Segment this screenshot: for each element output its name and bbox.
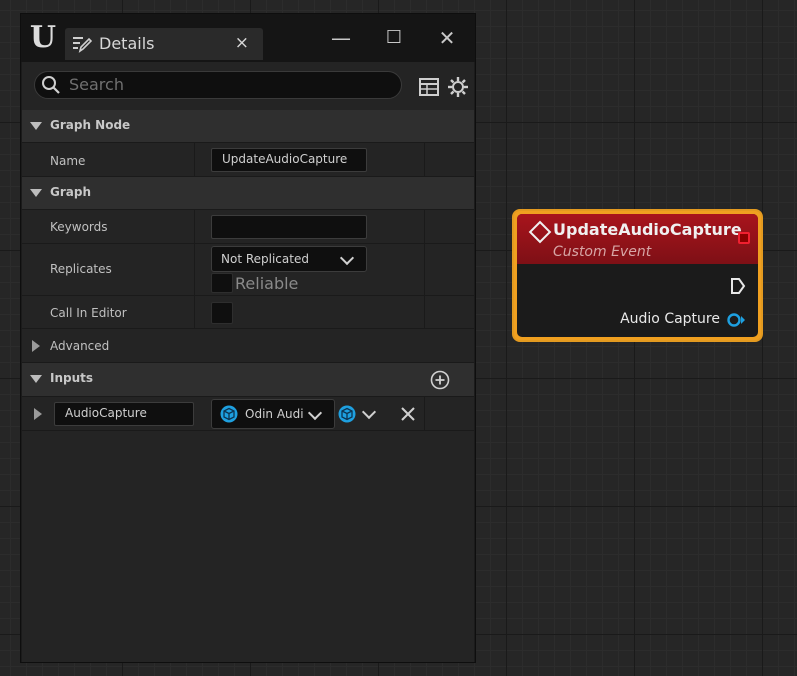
name-field[interactable]: UpdateAudioCapture — [211, 148, 367, 172]
category-graph-node[interactable]: Graph Node — [22, 110, 474, 143]
column-divider — [194, 244, 195, 295]
property-label: Keywords — [50, 220, 108, 234]
title-bar: U Details × — ☐ ✕ — [21, 14, 475, 62]
column-divider — [424, 143, 425, 176]
property-row-replicates: Replicates Not Replicated Reliable — [22, 244, 474, 296]
category-label: Inputs — [50, 371, 94, 385]
column-divider — [194, 296, 195, 328]
maximize-button[interactable]: ☐ — [374, 22, 414, 54]
column-divider — [424, 210, 425, 243]
reliable-label: Reliable — [235, 274, 299, 293]
chevron-down-icon — [307, 405, 323, 421]
remove-input-icon[interactable] — [400, 406, 416, 422]
category-label: Graph — [50, 185, 91, 199]
object-type-icon — [220, 405, 238, 423]
reliable-checkbox[interactable] — [211, 273, 233, 293]
column-divider — [194, 210, 195, 243]
add-input-icon[interactable] — [430, 370, 450, 390]
property-row-call-in-editor: Call In Editor — [22, 296, 474, 329]
gear-icon[interactable] — [447, 76, 469, 98]
collapse-arrow-icon — [30, 122, 42, 130]
param-name-value: AudioCapture — [65, 406, 147, 420]
tab-label: Details — [99, 34, 155, 53]
details-tab[interactable]: Details × — [65, 28, 263, 60]
delegate-pin-icon[interactable] — [738, 232, 750, 244]
input-param-row: AudioCapture Odin Audi — [22, 397, 474, 431]
node-body: UpdateAudioCapture Custom Event Audio Ca… — [517, 214, 758, 337]
replicates-value: Not Replicated — [221, 252, 309, 266]
node-subtitle: Custom Event — [553, 244, 652, 260]
event-icon — [528, 220, 552, 244]
expand-arrow-icon — [32, 340, 40, 352]
search-placeholder: Search — [69, 75, 124, 94]
param-name-field[interactable]: AudioCapture — [54, 402, 194, 426]
pencil-list-icon — [73, 37, 92, 53]
category-graph[interactable]: Graph — [22, 177, 474, 210]
close-button[interactable]: ✕ — [427, 22, 467, 54]
table-view-icon[interactable] — [418, 76, 440, 98]
property-row-name: Name UpdateAudioCapture — [22, 143, 474, 177]
search-input[interactable]: Search — [34, 71, 402, 99]
chevron-down-icon — [361, 404, 377, 420]
call-in-editor-checkbox[interactable] — [211, 302, 233, 324]
details-panel: U Details × — ☐ ✕ Search Graph Node Name… — [20, 13, 476, 663]
property-label: Call In Editor — [50, 306, 127, 320]
node-header: UpdateAudioCapture Custom Event — [517, 214, 758, 264]
expand-arrow-icon[interactable] — [34, 408, 42, 420]
custom-event-node[interactable]: UpdateAudioCapture Custom Event Audio Ca… — [512, 209, 763, 342]
category-label: Graph Node — [50, 118, 131, 132]
property-label: Replicates — [50, 262, 112, 276]
collapse-arrow-icon — [30, 189, 42, 197]
unreal-logo-icon: U — [29, 20, 57, 55]
advanced-label: Advanced — [50, 339, 110, 353]
output-pin-label: Audio Capture — [620, 311, 720, 327]
single-object-icon — [338, 405, 356, 423]
param-type-dropdown[interactable]: Odin Audi — [211, 399, 335, 429]
name-field-value: UpdateAudioCapture — [222, 152, 348, 166]
column-divider — [194, 143, 195, 176]
column-divider — [424, 397, 425, 430]
chevron-down-icon — [339, 250, 355, 266]
node-title: UpdateAudioCapture — [553, 220, 742, 239]
details-content: Search Graph Node Name UpdateAudioCaptur… — [22, 62, 474, 662]
keywords-field[interactable] — [211, 215, 367, 239]
container-type-dropdown[interactable] — [338, 403, 378, 425]
advanced-row[interactable]: Advanced — [22, 329, 474, 363]
tab-close-icon[interactable]: × — [235, 33, 249, 53]
minimize-button[interactable]: — — [321, 22, 361, 54]
search-icon — [42, 76, 60, 94]
param-type-value: Odin Audi — [245, 407, 304, 421]
exec-pin-icon[interactable] — [730, 277, 746, 295]
category-inputs[interactable]: Inputs — [22, 363, 474, 397]
object-pin-icon[interactable] — [726, 312, 746, 328]
collapse-arrow-icon — [30, 375, 42, 383]
search-row: Search — [22, 62, 474, 110]
property-label: Name — [50, 154, 86, 168]
replicates-dropdown[interactable]: Not Replicated — [211, 246, 367, 272]
property-row-keywords: Keywords — [22, 210, 474, 244]
column-divider — [424, 244, 425, 295]
column-divider — [424, 296, 425, 328]
